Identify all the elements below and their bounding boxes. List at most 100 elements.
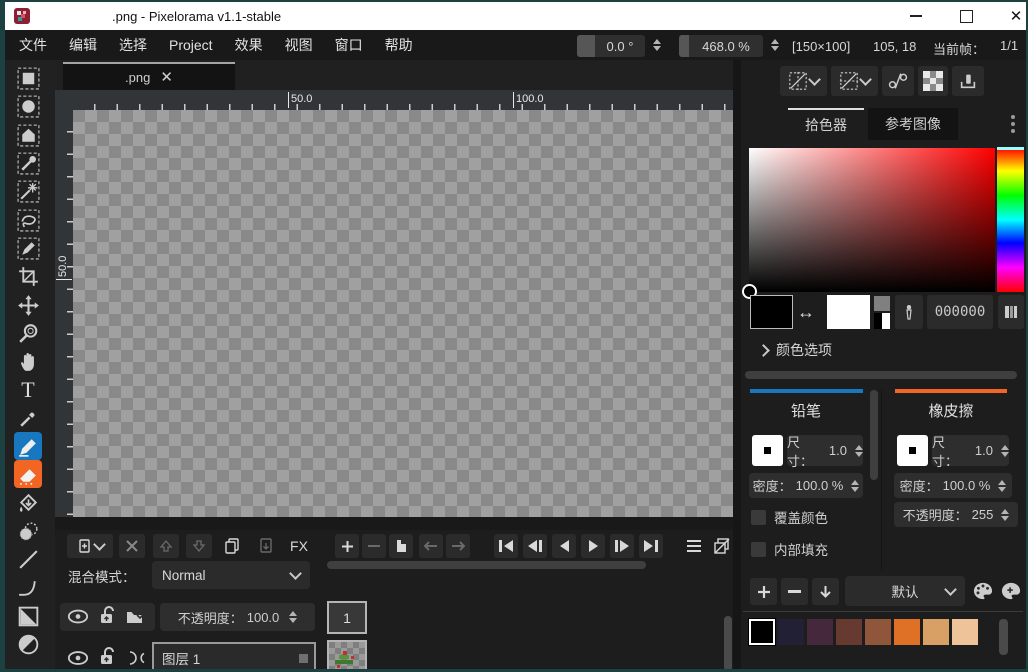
ink-button[interactable] — [952, 66, 984, 96]
menu-file[interactable]: 文件 — [11, 31, 55, 59]
pan-tool[interactable] — [14, 347, 42, 375]
layer-drag-handle[interactable] — [299, 654, 308, 663]
pencil-fill-inside-checkbox[interactable]: 内部填充 — [751, 539, 828, 559]
maximize-button[interactable] — [943, 2, 989, 30]
add-frame-button[interactable] — [335, 534, 359, 558]
pencil-brush-button[interactable] — [752, 435, 783, 466]
panel-menu-icon[interactable] — [1011, 112, 1015, 136]
swap-colors-icon[interactable]: ↔ — [797, 302, 815, 323]
color-select-tool[interactable] — [14, 149, 42, 177]
clone-frame-button[interactable] — [389, 534, 413, 558]
add-layer-button[interactable] — [67, 534, 113, 558]
ellipse-select-tool[interactable] — [14, 92, 42, 120]
layer1-lock-icon[interactable] — [97, 646, 117, 668]
layer-fx-button[interactable]: FX — [284, 534, 314, 558]
transparency-button[interactable] — [918, 66, 948, 96]
move-layer-up-button[interactable] — [153, 534, 179, 558]
palette-swatch-5[interactable] — [894, 619, 920, 645]
paint-select-tool[interactable] — [14, 234, 42, 262]
move-frame-right-button[interactable] — [446, 534, 470, 558]
clone-layer-button[interactable] — [218, 534, 246, 558]
line-tool[interactable] — [14, 545, 42, 573]
minimize-button[interactable] — [893, 2, 939, 30]
remove-frame-button[interactable] — [362, 534, 386, 558]
layer-opacity-spinbox[interactable]: 不透明度： 100.0 — [160, 603, 315, 631]
lasso-select-tool[interactable] — [14, 206, 42, 234]
timeline-v-scrollbar[interactable] — [724, 616, 732, 671]
pencil-density-spinbox[interactable]: 密度： 100.0 % — [749, 473, 863, 498]
move-tool[interactable] — [14, 291, 42, 319]
gray-preset-swatch[interactable] — [874, 296, 890, 311]
hue-slider[interactable] — [997, 148, 1024, 292]
saturation-value-square[interactable] — [749, 148, 995, 292]
move-layer-down-button[interactable] — [186, 534, 212, 558]
mirror-x-button[interactable] — [780, 66, 827, 96]
color-panel-h-scrollbar[interactable] — [745, 371, 1017, 379]
eraser-density-spinbox[interactable]: 密度： 100.0 % — [894, 473, 1012, 498]
dynamics-button[interactable] — [882, 66, 914, 96]
menu-edit[interactable]: 编辑 — [61, 31, 105, 59]
canvas[interactable] — [73, 110, 733, 517]
next-frame-button[interactable] — [610, 534, 634, 558]
layer-lock-icon[interactable] — [97, 605, 117, 627]
pencil-tool[interactable] — [14, 432, 42, 460]
menu-help[interactable]: 帮助 — [377, 31, 421, 59]
hex-color-field[interactable]: 000000 — [927, 295, 993, 329]
frame-header-1[interactable]: 1 — [327, 601, 367, 634]
sort-palette-button[interactable] — [812, 578, 839, 605]
layer-name-field[interactable]: 图层 1 — [152, 642, 316, 672]
cel-thumbnail[interactable] — [327, 640, 367, 672]
palette-swatch-4[interactable] — [865, 619, 891, 645]
crop-tool[interactable] — [14, 262, 42, 290]
layer1-link-cels-icon[interactable] — [125, 651, 149, 665]
new-palette-button[interactable] — [997, 576, 1025, 606]
move-frame-left-button[interactable] — [419, 534, 443, 558]
timeline-h-scrollbar[interactable] — [327, 561, 646, 569]
eraser-tool[interactable] — [14, 460, 42, 488]
black-white-preset-swatch[interactable] — [874, 313, 890, 329]
edit-palette-button[interactable] — [969, 576, 997, 606]
merge-layer-button[interactable] — [252, 534, 280, 558]
palette-swatch-6[interactable] — [923, 619, 949, 645]
left-color-swatch[interactable] — [750, 295, 793, 329]
eraser-opacity-spinbox[interactable]: 不透明度： 255 — [894, 502, 1018, 527]
palette-swatch-3[interactable] — [836, 619, 862, 645]
add-swatch-button[interactable] — [750, 578, 777, 605]
polygon-select-tool[interactable] — [14, 121, 42, 149]
blend-mode-dropdown[interactable]: Normal — [152, 561, 310, 589]
pencil-panel-v-scrollbar[interactable] — [870, 390, 878, 480]
palette-v-scrollbar[interactable] — [999, 619, 1008, 655]
menu-window[interactable]: 窗口 — [327, 31, 371, 59]
zoom-slider[interactable]: 468.0 % — [679, 35, 763, 57]
menu-project[interactable]: Project — [161, 33, 221, 57]
curve-tool[interactable] — [14, 574, 42, 602]
menu-select[interactable]: 选择 — [111, 31, 155, 59]
screen-color-picker-button[interactable] — [895, 295, 923, 329]
palette-dropdown[interactable]: 默认 — [845, 576, 965, 606]
rectangle-tool[interactable] — [14, 602, 42, 630]
rectangle-select-tool[interactable] — [14, 64, 42, 92]
palette-swatch-2[interactable] — [807, 619, 833, 645]
panel-divider[interactable] — [733, 60, 741, 671]
play-forward-button[interactable] — [581, 534, 605, 558]
color-mode-button[interactable] — [998, 295, 1024, 329]
color-picker-tool[interactable] — [14, 404, 42, 432]
menu-effects[interactable]: 效果 — [227, 31, 271, 59]
onion-skinning-button[interactable] — [709, 534, 735, 558]
ellipse-tool[interactable] — [14, 630, 42, 658]
go-last-frame-button[interactable] — [639, 534, 663, 558]
eraser-size-spinbox[interactable]: 尺寸： 1.0 — [932, 435, 1009, 466]
remove-swatch-button[interactable] — [781, 578, 808, 605]
right-color-swatch[interactable] — [827, 295, 870, 329]
tab-close-icon[interactable]: ✕ — [160, 68, 173, 86]
zoom-tool[interactable] — [14, 319, 42, 347]
tab-reference-image[interactable]: 参考图像 — [868, 108, 958, 140]
layer1-visibility-icon[interactable] — [67, 650, 89, 666]
zoom-spinner[interactable] — [771, 39, 779, 51]
previous-frame-button[interactable] — [523, 534, 547, 558]
pencil-size-spinbox[interactable]: 尺寸： 1.0 — [787, 435, 863, 466]
file-tab[interactable]: .png ✕ — [63, 62, 235, 90]
magic-wand-tool[interactable] — [14, 177, 42, 205]
tab-color-picker[interactable]: 拾色器 — [788, 108, 864, 140]
rotation-spinner[interactable] — [653, 39, 661, 51]
